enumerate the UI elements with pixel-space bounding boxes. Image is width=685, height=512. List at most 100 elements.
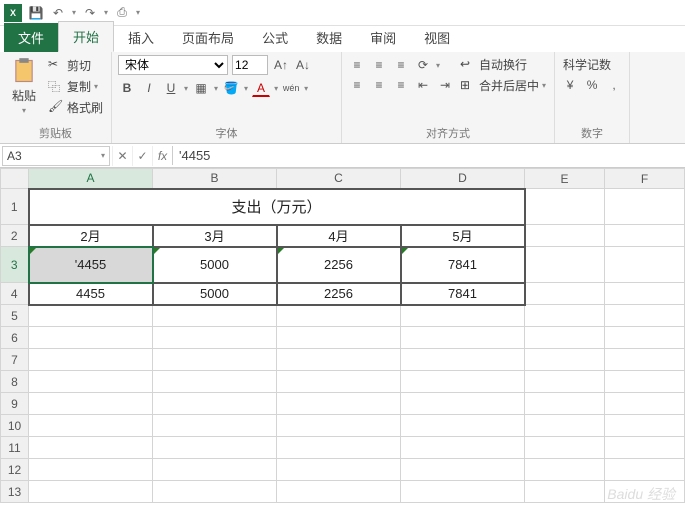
cell[interactable]: 2256 bbox=[277, 283, 401, 305]
cell[interactable] bbox=[29, 481, 153, 503]
row-header[interactable]: 10 bbox=[1, 415, 29, 437]
cell[interactable] bbox=[525, 225, 605, 247]
cell[interactable] bbox=[401, 459, 525, 481]
cell[interactable] bbox=[525, 349, 605, 371]
font-color-button[interactable]: A bbox=[252, 79, 270, 97]
cell[interactable]: 5月 bbox=[401, 225, 525, 247]
cell[interactable] bbox=[525, 189, 605, 225]
qat-customize-icon[interactable]: ▾ bbox=[136, 8, 140, 17]
cell[interactable] bbox=[525, 459, 605, 481]
row-header[interactable]: 1 bbox=[1, 189, 29, 225]
row-header[interactable]: 12 bbox=[1, 459, 29, 481]
cell[interactable]: 支出（万元） bbox=[29, 189, 525, 225]
cut-button[interactable]: ✂剪切 bbox=[46, 56, 105, 75]
align-top-icon[interactable]: ≡ bbox=[348, 56, 366, 74]
cell[interactable] bbox=[525, 283, 605, 305]
align-right-icon[interactable]: ≡ bbox=[392, 76, 410, 94]
underline-button[interactable]: U bbox=[162, 79, 180, 97]
align-bottom-icon[interactable]: ≡ bbox=[392, 56, 410, 74]
cell[interactable] bbox=[605, 459, 685, 481]
cell[interactable] bbox=[277, 481, 401, 503]
wrap-text-button[interactable]: ↩自动换行 bbox=[458, 55, 548, 74]
chevron-down-icon[interactable]: ▾ bbox=[104, 8, 108, 17]
cell[interactable] bbox=[401, 327, 525, 349]
col-header[interactable]: E bbox=[525, 169, 605, 189]
cell[interactable] bbox=[277, 327, 401, 349]
enter-icon[interactable]: ✓ bbox=[132, 146, 152, 166]
cell[interactable] bbox=[401, 305, 525, 327]
cell[interactable] bbox=[153, 349, 277, 371]
cell[interactable] bbox=[277, 459, 401, 481]
cell[interactable]: 4月 bbox=[277, 225, 401, 247]
cell[interactable] bbox=[401, 437, 525, 459]
cell[interactable] bbox=[277, 371, 401, 393]
cell[interactable] bbox=[29, 437, 153, 459]
cell[interactable] bbox=[277, 305, 401, 327]
font-size-input[interactable] bbox=[232, 55, 268, 75]
number-format-select[interactable]: 科学记数 bbox=[561, 55, 623, 74]
cell[interactable]: 2月 bbox=[29, 225, 153, 247]
tab-review[interactable]: 审阅 bbox=[356, 23, 410, 52]
indent-increase-icon[interactable]: ⇥ bbox=[436, 76, 454, 94]
cell[interactable] bbox=[29, 459, 153, 481]
cell[interactable] bbox=[605, 371, 685, 393]
cell[interactable] bbox=[525, 371, 605, 393]
cell[interactable] bbox=[525, 481, 605, 503]
cancel-icon[interactable]: ✕ bbox=[112, 146, 132, 166]
cell[interactable] bbox=[605, 415, 685, 437]
cell[interactable] bbox=[29, 349, 153, 371]
cell[interactable]: 7841 bbox=[401, 247, 525, 283]
select-all-corner[interactable] bbox=[1, 169, 29, 189]
cell[interactable] bbox=[153, 415, 277, 437]
save-icon[interactable]: 💾 bbox=[28, 5, 44, 21]
row-header[interactable]: 3 bbox=[1, 247, 29, 283]
cell[interactable] bbox=[277, 437, 401, 459]
copy-button[interactable]: ⿻复制▾ bbox=[46, 77, 105, 96]
cell[interactable] bbox=[605, 481, 685, 503]
cell[interactable] bbox=[605, 189, 685, 225]
row-header[interactable]: 8 bbox=[1, 371, 29, 393]
cell[interactable] bbox=[401, 393, 525, 415]
indent-decrease-icon[interactable]: ⇤ bbox=[414, 76, 432, 94]
cell[interactable] bbox=[605, 349, 685, 371]
currency-icon[interactable]: ¥ bbox=[561, 76, 579, 94]
chevron-down-icon[interactable]: ▾ bbox=[244, 84, 248, 93]
col-header[interactable]: D bbox=[401, 169, 525, 189]
cell[interactable] bbox=[605, 283, 685, 305]
cell[interactable] bbox=[277, 415, 401, 437]
cell[interactable] bbox=[29, 327, 153, 349]
cell[interactable] bbox=[401, 481, 525, 503]
cell[interactable] bbox=[153, 327, 277, 349]
align-left-icon[interactable]: ≡ bbox=[348, 76, 366, 94]
cell[interactable]: 5000 bbox=[153, 283, 277, 305]
align-middle-icon[interactable]: ≡ bbox=[370, 56, 388, 74]
cell[interactable] bbox=[525, 393, 605, 415]
paste-button[interactable]: 粘贴 ▾ bbox=[6, 55, 42, 117]
cell[interactable] bbox=[29, 415, 153, 437]
tab-file[interactable]: 文件 bbox=[4, 23, 58, 52]
col-header[interactable]: C bbox=[277, 169, 401, 189]
bold-button[interactable]: B bbox=[118, 79, 136, 97]
cell[interactable] bbox=[605, 393, 685, 415]
phonetic-button[interactable]: wén bbox=[282, 79, 300, 97]
row-header[interactable]: 11 bbox=[1, 437, 29, 459]
redo-icon[interactable]: ↷ bbox=[82, 5, 98, 21]
fx-icon[interactable]: fx bbox=[152, 146, 172, 166]
cell[interactable] bbox=[153, 371, 277, 393]
font-name-select[interactable]: 宋体 bbox=[118, 55, 228, 75]
tab-data[interactable]: 数据 bbox=[302, 23, 356, 52]
chevron-down-icon[interactable]: ▾ bbox=[72, 8, 76, 17]
row-header[interactable]: 5 bbox=[1, 305, 29, 327]
grid[interactable]: A B C D E F 1 支出（万元） 2 2月 3月 4月 5月 3 '44… bbox=[0, 168, 685, 503]
cell[interactable] bbox=[29, 371, 153, 393]
align-center-icon[interactable]: ≡ bbox=[370, 76, 388, 94]
row-header[interactable]: 2 bbox=[1, 225, 29, 247]
row-header[interactable]: 9 bbox=[1, 393, 29, 415]
chevron-down-icon[interactable]: ▾ bbox=[436, 61, 440, 70]
cell[interactable] bbox=[277, 393, 401, 415]
cell[interactable]: 4455 bbox=[29, 283, 153, 305]
cell[interactable] bbox=[29, 305, 153, 327]
name-box[interactable]: A3▾ bbox=[2, 146, 110, 166]
cell[interactable] bbox=[525, 327, 605, 349]
col-header[interactable]: A bbox=[29, 169, 153, 189]
